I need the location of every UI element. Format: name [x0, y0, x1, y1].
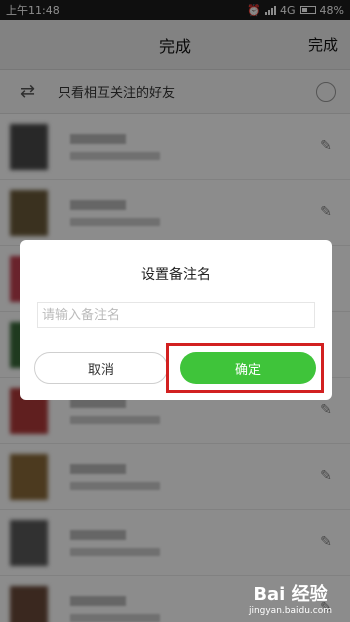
- watermark-brand: Bai 经验: [253, 584, 328, 605]
- watermark-logo: Bai 经验 jingyan.baidu.com: [249, 580, 332, 616]
- watermark-url: jingyan.baidu.com: [248, 606, 332, 616]
- remark-input[interactable]: [37, 302, 315, 328]
- highlight-box: [166, 343, 324, 393]
- cancel-button[interactable]: 取消: [34, 352, 168, 384]
- dialog-title: 设置备注名: [141, 267, 211, 283]
